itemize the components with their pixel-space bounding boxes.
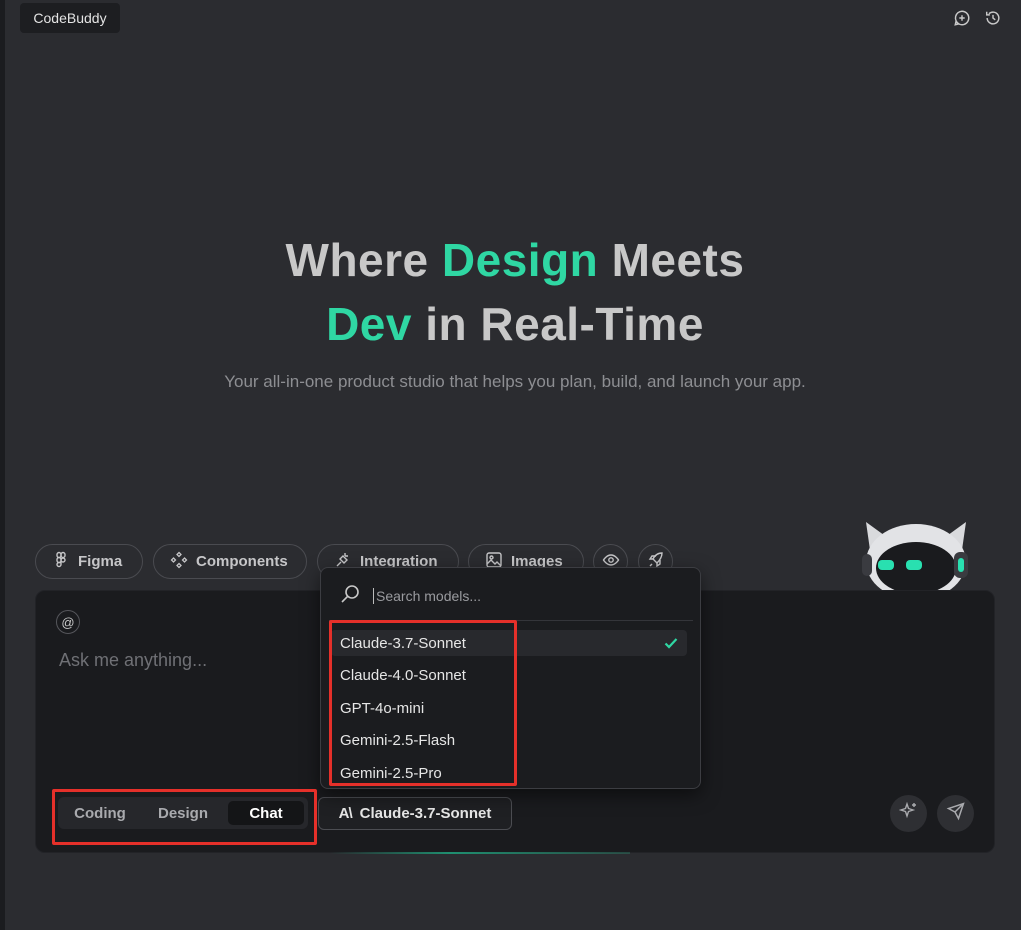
search-icon (339, 583, 361, 610)
hero-heading: Where Design Meets Dev in Real-Time (0, 228, 1021, 356)
model-option[interactable]: Claude-4.0-Sonnet (331, 662, 687, 688)
hero-word-where: Where (285, 234, 429, 286)
mode-switcher: Coding Design Chat (58, 797, 308, 829)
sparkles-icon (898, 801, 919, 826)
figma-chip[interactable]: Figma (35, 544, 143, 579)
prompt-input[interactable]: Ask me anything... (59, 650, 207, 671)
model-option-label: Claude-4.0-Sonnet (340, 666, 466, 684)
anthropic-logo-icon: A\ (338, 805, 353, 822)
hero-word-design: Design (441, 234, 599, 286)
app-title-label: CodeBuddy (33, 10, 107, 26)
model-search-row (339, 582, 679, 610)
model-selector-button[interactable]: A\ Claude-3.7-Sonnet (318, 797, 512, 830)
model-option[interactable]: Claude-3.7-Sonnet (331, 630, 687, 656)
hero-line-1: Where Design Meets (0, 228, 1021, 292)
history-icon[interactable] (982, 7, 1004, 29)
components-label: Components (196, 553, 288, 570)
enhance-prompt-button[interactable] (890, 795, 927, 832)
send-icon (946, 801, 966, 826)
model-option-label: GPT-4o-mini (340, 699, 425, 717)
mode-design-tab[interactable]: Design (138, 801, 228, 825)
model-selector-label: Claude-3.7-Sonnet (359, 805, 492, 822)
model-option[interactable]: Gemini-2.5-Flash (331, 727, 687, 753)
dropdown-divider (329, 620, 693, 621)
window-edge (0, 0, 5, 930)
components-icon (170, 551, 188, 573)
mention-button[interactable]: @ (56, 610, 80, 634)
hero-line-2: Dev in Real-Time (0, 292, 1021, 356)
model-option[interactable]: Gemini-2.5-Pro (331, 760, 687, 786)
mode-chat-tab[interactable]: Chat (228, 801, 304, 825)
robot-mascot (858, 516, 974, 600)
figma-icon (52, 551, 70, 573)
hero-word-dev: Dev (326, 298, 412, 350)
app-title-tab[interactable]: CodeBuddy (20, 3, 120, 33)
model-option[interactable]: GPT-4o-mini (331, 695, 687, 721)
model-search-input[interactable] (373, 588, 673, 604)
figma-label: Figma (78, 553, 123, 570)
model-option-label: Gemini-2.5-Pro (340, 764, 442, 782)
at-symbol: @ (61, 614, 75, 630)
check-icon (663, 635, 679, 651)
components-chip[interactable]: Components (153, 544, 307, 579)
model-option-label: Gemini-2.5-Flash (340, 731, 456, 749)
model-dropdown: Claude-3.7-Sonnet Claude-4.0-Sonnet GPT-… (320, 567, 701, 789)
mode-coding-tab[interactable]: Coding (62, 801, 138, 825)
hero-subtitle: Your all-in-one product studio that help… (224, 372, 806, 391)
hero-word-meets: Meets (611, 234, 745, 286)
model-option-label: Claude-3.7-Sonnet (340, 634, 466, 652)
hero-words-realtime: in Real-Time (425, 298, 704, 350)
new-chat-icon[interactable] (951, 7, 973, 29)
send-button[interactable] (937, 795, 974, 832)
panel-glow-accent (330, 852, 630, 854)
